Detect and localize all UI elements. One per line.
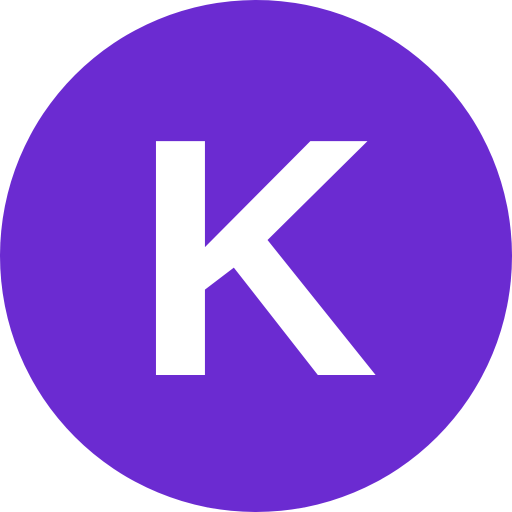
avatar-initial: K: [133, 68, 379, 448]
avatar: K: [0, 0, 512, 512]
